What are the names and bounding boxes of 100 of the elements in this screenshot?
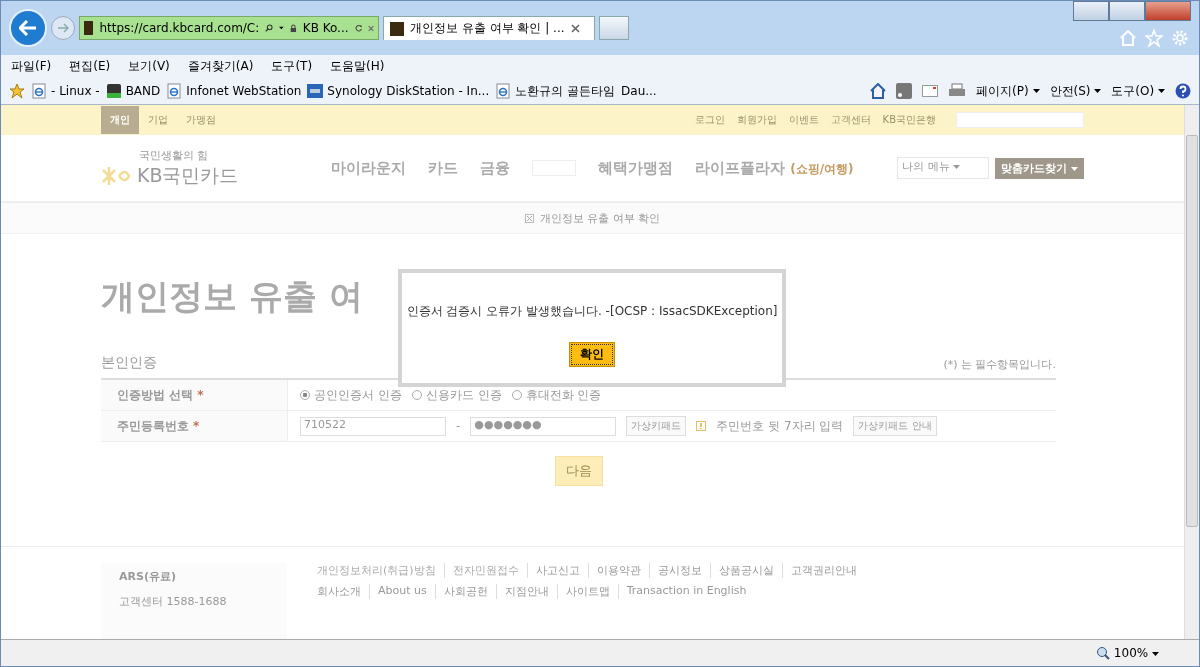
star-icon[interactable]: [1145, 29, 1163, 47]
feed-icon[interactable]: [896, 83, 913, 99]
logo-text: KB국민카드: [137, 162, 239, 188]
favorite-link[interactable]: Synology DiskStation - In...: [327, 84, 490, 98]
breadcrumb[interactable]: 개인정보 유출 여부 확인: [539, 210, 661, 226]
footer-link[interactable]: 전자민원접수: [443, 563, 519, 578]
nav-item[interactable]: 마이라운지: [331, 158, 406, 178]
footer-link[interactable]: About us: [369, 584, 427, 599]
printer-icon[interactable]: [948, 83, 967, 99]
footer-link[interactable]: 사이트맵: [556, 584, 610, 599]
address-bar[interactable]: https://card.kbcard.com/C: KB Ko...: [79, 16, 379, 40]
utility-link[interactable]: KB국민은행: [882, 113, 936, 127]
close-icon[interactable]: [367, 23, 374, 33]
footer-link[interactable]: 개인정보처리(취급)방침: [317, 563, 436, 578]
refresh-icon[interactable]: [354, 22, 362, 34]
site-icon: [390, 21, 404, 36]
field-label: 인증방법 선택 *: [101, 380, 288, 410]
dialog-message: 인증서 검증시 오류가 발생했습니다. -[OCSP : IssacSDKException]: [406, 303, 778, 320]
scrollbar-thumb[interactable]: [1186, 135, 1198, 527]
favorite-link[interactable]: - Linux -: [51, 84, 100, 98]
utility-link[interactable]: 이벤트: [788, 113, 819, 127]
close-box-icon[interactable]: [524, 213, 534, 223]
browser-tab[interactable]: 개인정보 유출 여부 확인 | ...: [383, 16, 595, 40]
back-button[interactable]: [9, 9, 47, 47]
caret-icon: [953, 165, 961, 169]
favorites-star-icon[interactable]: [9, 83, 25, 99]
footer-link[interactable]: 사고신고: [526, 563, 580, 578]
page-heading: 개인정보 유출 여: [101, 275, 363, 318]
nav-item[interactable]: 금융: [480, 158, 510, 178]
minimize-button[interactable]: [1073, 1, 1109, 21]
mail-icon[interactable]: [922, 85, 939, 97]
keypad-button[interactable]: 가상키패드: [626, 416, 687, 436]
browser-page-icon: [166, 83, 183, 99]
footer-link[interactable]: 공시정보: [648, 563, 702, 578]
zoom-level[interactable]: 100%: [1113, 646, 1159, 660]
footer-link[interactable]: 사회공헌: [434, 584, 488, 599]
warning-icon: [696, 421, 707, 431]
segment-tab[interactable]: 가맹점: [177, 106, 225, 134]
radio-option[interactable]: 휴대전화 인증: [511, 386, 602, 404]
nav-item[interactable]: 카드: [428, 158, 458, 178]
forward-button[interactable]: [51, 16, 75, 40]
password-field[interactable]: ●●●●●●●: [470, 416, 617, 436]
lock-icon: [290, 22, 297, 34]
menu-item[interactable]: 도움말(H): [330, 58, 385, 75]
footer-link[interactable]: Transaction in English: [617, 584, 747, 599]
close-button[interactable]: [1145, 1, 1191, 21]
command-menu[interactable]: 페이지(P): [976, 82, 1040, 100]
menu-item[interactable]: 파일(F): [11, 58, 52, 75]
keypad-guide-button[interactable]: 가상키패드 안내: [853, 416, 937, 436]
find-card-button[interactable]: 맞춤카드찾기: [995, 157, 1084, 179]
radio-option[interactable]: 신용카드 인증: [411, 386, 502, 404]
search-field[interactable]: [956, 112, 1084, 128]
caret-icon: [1152, 651, 1159, 656]
favorite-link[interactable]: 노환규의 골든타임: [515, 82, 616, 100]
segment-tab[interactable]: 개인: [101, 106, 139, 134]
footer-link[interactable]: 고객권리안내: [781, 563, 857, 578]
caret-icon: [1094, 89, 1102, 93]
utility-link[interactable]: 로그인: [694, 113, 725, 127]
command-menu[interactable]: 도구(O): [1111, 82, 1165, 100]
call-center-text: 고객센터 1588-1688: [119, 594, 228, 609]
browser-page-icon: [31, 83, 47, 99]
close-icon[interactable]: [570, 24, 580, 33]
next-button[interactable]: 다음: [554, 456, 603, 486]
field-label: 주민등록번호 *: [101, 411, 288, 441]
nav-item[interactable]: 라이프플라자 (쇼핑/여행): [695, 158, 854, 178]
favorite-link[interactable]: BAND: [125, 84, 161, 98]
menu-item[interactable]: 편집(E): [69, 58, 111, 75]
hint-text: 주민번호 뒷 7자리 입력: [716, 417, 844, 435]
menu-item[interactable]: 보기(V): [128, 58, 170, 75]
footer-link[interactable]: 지점안내: [495, 584, 549, 599]
new-tab-button[interactable]: [599, 16, 629, 40]
caret-icon: [279, 26, 285, 30]
segment-tab[interactable]: 기업: [139, 106, 177, 134]
dsm-icon: [307, 84, 324, 98]
browser-page-icon: [495, 83, 512, 99]
search-icon[interactable]: [265, 22, 274, 34]
logo-tagline: 국민생활의 힘: [138, 147, 210, 163]
command-menu[interactable]: 안전(S): [1049, 82, 1102, 100]
footer-link[interactable]: 상품공시실: [709, 563, 774, 578]
maximize-button[interactable]: [1109, 1, 1145, 21]
favorite-link[interactable]: Infonet WebStation: [186, 84, 302, 98]
utility-link[interactable]: 회원가입: [736, 113, 777, 127]
menu-item[interactable]: 도구(T): [271, 58, 313, 75]
band-icon: [105, 83, 122, 99]
home-icon[interactable]: [870, 83, 887, 99]
utility-link[interactable]: 고객센터: [830, 113, 871, 127]
ok-button[interactable]: 확인: [569, 342, 615, 367]
my-menu-dropdown[interactable]: 나의 메뉴: [897, 157, 990, 179]
caret-icon: [1158, 89, 1165, 93]
radio-option[interactable]: 공인인증서 인증: [300, 386, 402, 404]
separator-dash: -: [456, 419, 461, 433]
zoom-icon[interactable]: [1095, 646, 1110, 660]
favorite-link[interactable]: Dau...: [621, 84, 657, 98]
help-icon[interactable]: [1175, 83, 1191, 99]
footer-link[interactable]: 이용약관: [587, 563, 641, 578]
input-field[interactable]: 710522: [300, 416, 446, 436]
menu-item[interactable]: 즐겨찾기(A): [187, 58, 254, 75]
footer-link[interactable]: 회사소개: [317, 584, 361, 599]
nav-item[interactable]: 혜택가맹점: [598, 158, 673, 178]
caret-icon: [1071, 166, 1078, 171]
